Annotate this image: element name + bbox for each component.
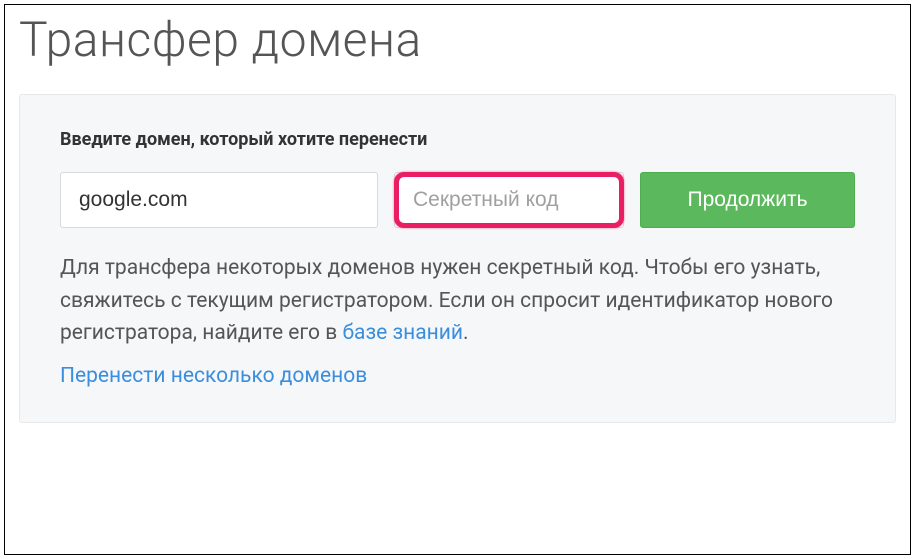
form-row: Продолжить: [60, 172, 855, 228]
transfer-multiple-link[interactable]: Перенести несколько доменов: [60, 364, 367, 388]
help-text-after: .: [463, 321, 469, 345]
domain-input-label: Введите домен, который хотите перенести: [60, 129, 855, 150]
transfer-panel: Введите домен, который хотите перенести …: [19, 94, 896, 423]
secret-code-input[interactable]: [394, 172, 624, 228]
secret-input-wrapper: [394, 172, 624, 228]
domain-input[interactable]: [60, 172, 378, 228]
page-title: Трансфер домена: [19, 11, 896, 68]
knowledge-base-link[interactable]: базе знаний: [342, 321, 463, 345]
help-text: Для трансфера некоторых доменов нужен се…: [60, 252, 855, 350]
continue-button[interactable]: Продолжить: [640, 172, 855, 228]
